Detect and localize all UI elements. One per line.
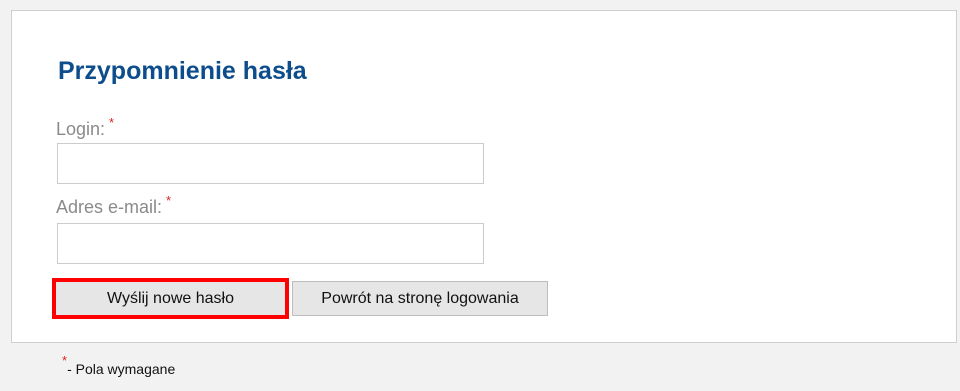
required-marker: * — [166, 193, 172, 208]
required-marker: * — [62, 353, 68, 368]
page-title: Przypomnienie hasła — [58, 57, 307, 85]
login-input[interactable] — [57, 143, 484, 184]
login-label: Login: * — [56, 116, 114, 139]
required-fields-note: *- Pola wymagane — [62, 354, 176, 377]
email-label: Adres e-mail: * — [56, 194, 171, 217]
required-fields-text: - Pola wymagane — [67, 361, 176, 377]
password-reminder-panel: Przypomnienie hasła Login: * Adres e-mail… — [11, 10, 957, 343]
back-to-login-button[interactable]: Powrót na stronę logowania — [292, 281, 548, 316]
email-label-text: Adres e-mail: — [56, 197, 163, 217]
login-label-text: Login: — [56, 119, 106, 139]
required-marker: * — [109, 115, 115, 130]
email-input[interactable] — [57, 223, 484, 264]
send-new-password-button[interactable]: Wyślij nowe hasło — [55, 281, 286, 316]
